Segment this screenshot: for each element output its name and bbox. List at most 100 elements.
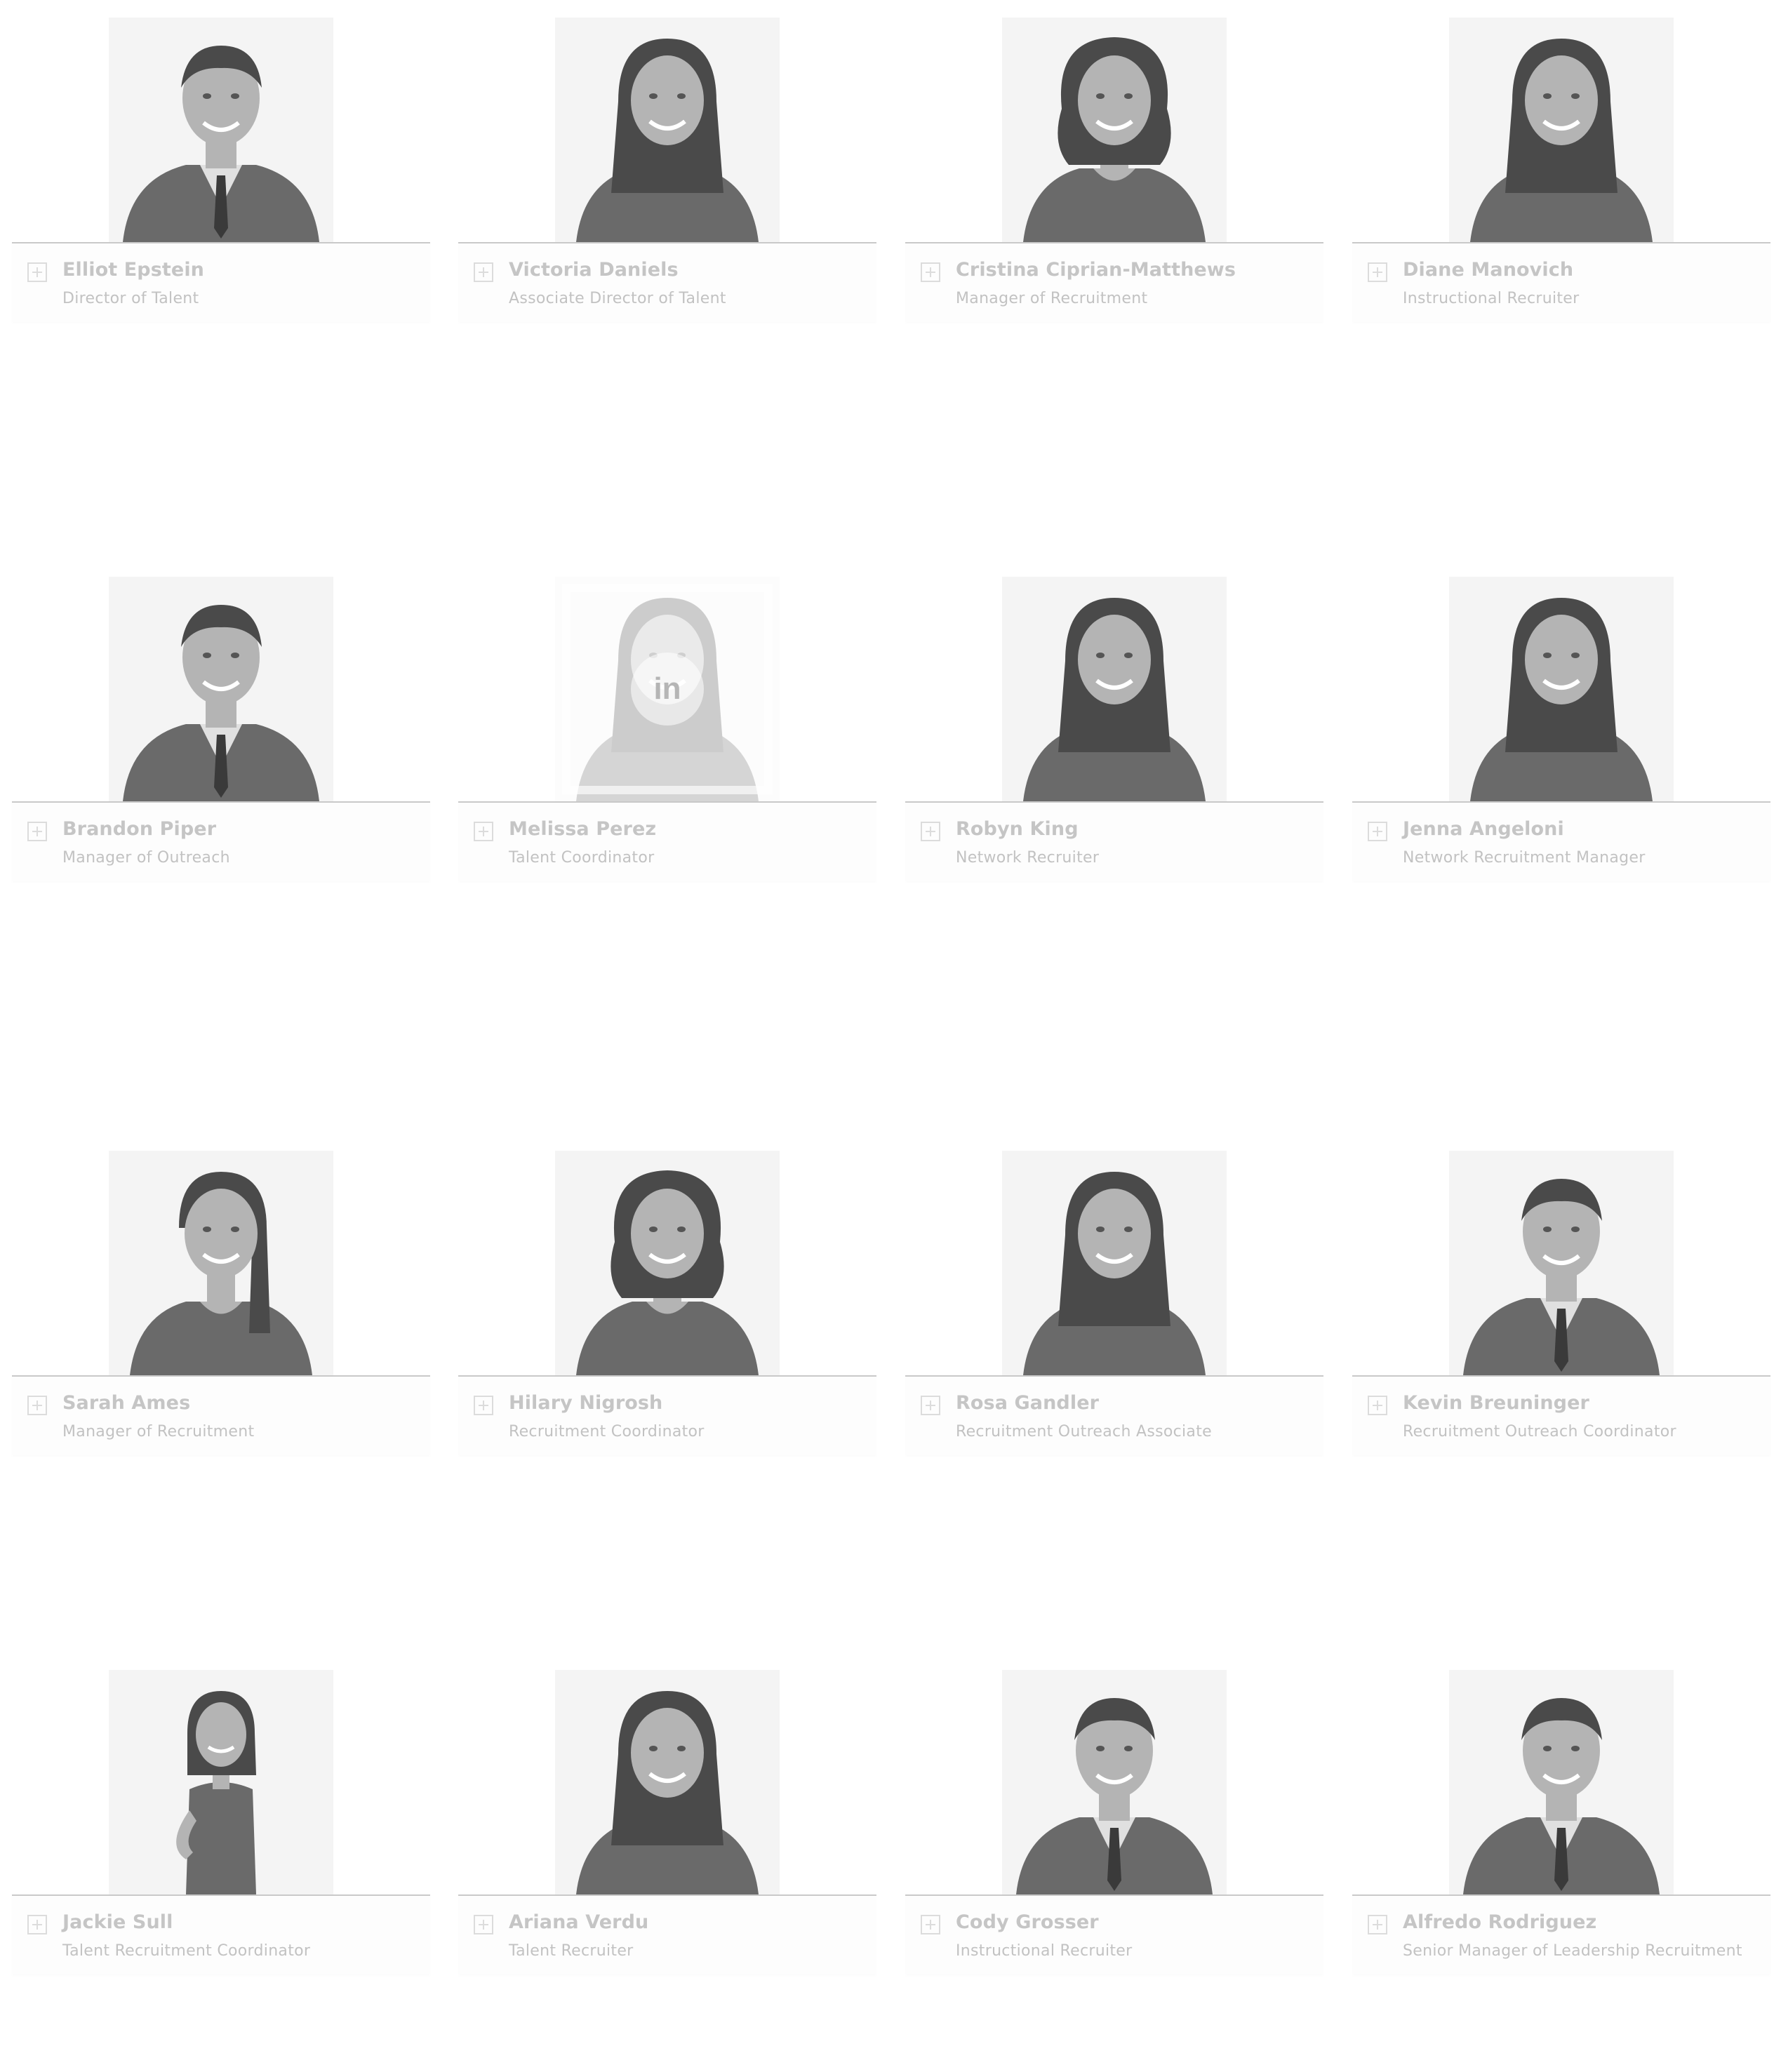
member-name[interactable]: Jenna Angeloni <box>1403 818 1564 840</box>
team-member-card[interactable]: Robyn King Network Recruiter <box>905 577 1323 881</box>
member-title: Instructional Recruiter <box>956 1942 1133 1960</box>
member-name[interactable]: Robyn King <box>956 818 1079 840</box>
photo-area <box>1352 1151 1770 1375</box>
member-caption: Melissa Perez Talent Coordinator <box>458 801 876 881</box>
profile-photo[interactable] <box>109 1670 333 1894</box>
team-member-card[interactable]: in Melissa Perez Talent Coordinator <box>458 577 876 881</box>
expand-plus-icon[interactable] <box>921 1915 940 1934</box>
photo-area <box>458 18 876 242</box>
profile-photo[interactable] <box>555 18 780 242</box>
profile-photo[interactable] <box>1449 1151 1674 1375</box>
member-title: Senior Manager of Leadership Recruitment <box>1403 1942 1742 1960</box>
expand-plus-icon[interactable] <box>1368 1915 1387 1934</box>
photo-area <box>1352 1670 1770 1894</box>
photo-area <box>12 577 430 801</box>
expand-plus-icon[interactable] <box>27 262 47 282</box>
profile-photo[interactable] <box>1002 1670 1227 1894</box>
member-caption: Elliot Epstein Director of Talent <box>12 242 430 322</box>
photo-area <box>905 577 1323 801</box>
photo-area <box>458 1151 876 1375</box>
member-title: Network Recruiter <box>956 849 1100 867</box>
profile-photo[interactable] <box>1449 1670 1674 1894</box>
team-member-card[interactable]: Diane Manovich Instructional Recruiter <box>1352 18 1770 322</box>
member-caption: Rosa Gandler Recruitment Outreach Associa… <box>905 1375 1323 1455</box>
member-name[interactable]: Cody Grosser <box>956 1911 1099 1933</box>
member-title: Recruitment Coordinator <box>509 1423 705 1441</box>
member-title: Manager of Recruitment <box>956 290 1148 307</box>
expand-plus-icon[interactable] <box>474 1396 493 1415</box>
expand-plus-icon[interactable] <box>27 822 47 841</box>
linkedin-icon[interactable]: in <box>631 653 704 726</box>
team-member-card[interactable]: Jenna Angeloni Network Recruitment Manage… <box>1352 577 1770 881</box>
member-title: Director of Talent <box>62 290 199 307</box>
profile-photo[interactable] <box>1002 18 1227 242</box>
member-name[interactable]: Jackie Sull <box>62 1911 173 1933</box>
photo-area: in <box>458 577 876 801</box>
profile-photo[interactable] <box>1002 577 1227 801</box>
profile-photo[interactable] <box>1449 18 1674 242</box>
member-title: Recruitment Outreach Associate <box>956 1423 1212 1441</box>
expand-plus-icon[interactable] <box>27 1915 47 1934</box>
photo-area <box>12 1670 430 1894</box>
member-name[interactable]: Hilary Nigrosh <box>509 1392 662 1414</box>
member-caption: Robyn King Network Recruiter <box>905 801 1323 881</box>
expand-plus-icon[interactable] <box>921 262 940 282</box>
profile-photo[interactable] <box>109 18 333 242</box>
member-name[interactable]: Elliot Epstein <box>62 259 204 281</box>
expand-plus-icon[interactable] <box>1368 1396 1387 1415</box>
expand-plus-icon[interactable] <box>27 1396 47 1415</box>
team-member-card[interactable]: Sarah Ames Manager of Recruitment <box>12 1151 430 1455</box>
team-member-card[interactable]: Ariana Verdu Talent Recruiter <box>458 1670 876 1974</box>
member-title: Instructional Recruiter <box>1403 290 1580 307</box>
team-member-card[interactable]: Cristina Ciprian-Matthews Manager of Recr… <box>905 18 1323 322</box>
profile-photo[interactable] <box>1449 577 1674 801</box>
expand-plus-icon[interactable] <box>1368 822 1387 841</box>
member-name[interactable]: Kevin Breuninger <box>1403 1392 1589 1414</box>
photo-area <box>458 1670 876 1894</box>
profile-photo[interactable] <box>109 577 333 801</box>
team-member-card[interactable]: Hilary Nigrosh Recruitment Coordinator <box>458 1151 876 1455</box>
team-member-card[interactable]: Cody Grosser Instructional Recruiter <box>905 1670 1323 1974</box>
member-title: Manager of Recruitment <box>62 1423 255 1441</box>
member-caption: Cristina Ciprian-Matthews Manager of Recr… <box>905 242 1323 322</box>
member-caption: Victoria Daniels Associate Director of Ta… <box>458 242 876 322</box>
profile-photo[interactable]: in <box>555 577 780 801</box>
member-name[interactable]: Sarah Ames <box>62 1392 190 1414</box>
team-member-card[interactable]: Alfredo Rodriguez Senior Manager of Leade… <box>1352 1670 1770 1974</box>
member-name[interactable]: Cristina Ciprian-Matthews <box>956 259 1236 281</box>
team-member-card[interactable]: Kevin Breuninger Recruitment Outreach Coo… <box>1352 1151 1770 1455</box>
member-caption: Kevin Breuninger Recruitment Outreach Coo… <box>1352 1375 1770 1455</box>
member-name[interactable]: Diane Manovich <box>1403 259 1573 281</box>
expand-plus-icon[interactable] <box>474 262 493 282</box>
member-name[interactable]: Ariana Verdu <box>509 1911 648 1933</box>
member-title: Network Recruitment Manager <box>1403 849 1646 867</box>
profile-photo[interactable] <box>109 1151 333 1375</box>
member-title: Recruitment Outreach Coordinator <box>1403 1423 1676 1441</box>
member-name[interactable]: Victoria Daniels <box>509 259 679 281</box>
team-member-card[interactable]: Jackie Sull Talent Recruitment Coordinato… <box>12 1670 430 1974</box>
profile-photo[interactable] <box>1002 1151 1227 1375</box>
team-member-card[interactable]: Victoria Daniels Associate Director of Ta… <box>458 18 876 322</box>
expand-plus-icon[interactable] <box>1368 262 1387 282</box>
member-caption: Ariana Verdu Talent Recruiter <box>458 1894 876 1974</box>
member-name[interactable]: Melissa Perez <box>509 818 656 840</box>
member-caption: Jenna Angeloni Network Recruitment Manage… <box>1352 801 1770 881</box>
photo-area <box>905 1151 1323 1375</box>
profile-photo[interactable] <box>555 1151 780 1375</box>
member-name[interactable]: Rosa Gandler <box>956 1392 1099 1414</box>
expand-plus-icon[interactable] <box>474 1915 493 1934</box>
team-member-card[interactable]: Elliot Epstein Director of Talent <box>12 18 430 322</box>
photo-area <box>905 18 1323 242</box>
member-caption: Jackie Sull Talent Recruitment Coordinato… <box>12 1894 430 1974</box>
expand-plus-icon[interactable] <box>921 822 940 841</box>
expand-plus-icon[interactable] <box>474 822 493 841</box>
member-name[interactable]: Alfredo Rodriguez <box>1403 1911 1596 1933</box>
expand-plus-icon[interactable] <box>921 1396 940 1415</box>
member-title: Talent Recruitment Coordinator <box>62 1942 311 1960</box>
member-title: Manager of Outreach <box>62 849 230 867</box>
team-member-card[interactable]: Brandon Piper Manager of Outreach <box>12 577 430 881</box>
member-name[interactable]: Brandon Piper <box>62 818 216 840</box>
team-member-card[interactable]: Rosa Gandler Recruitment Outreach Associa… <box>905 1151 1323 1455</box>
profile-photo[interactable] <box>555 1670 780 1894</box>
member-title: Talent Coordinator <box>509 849 655 867</box>
